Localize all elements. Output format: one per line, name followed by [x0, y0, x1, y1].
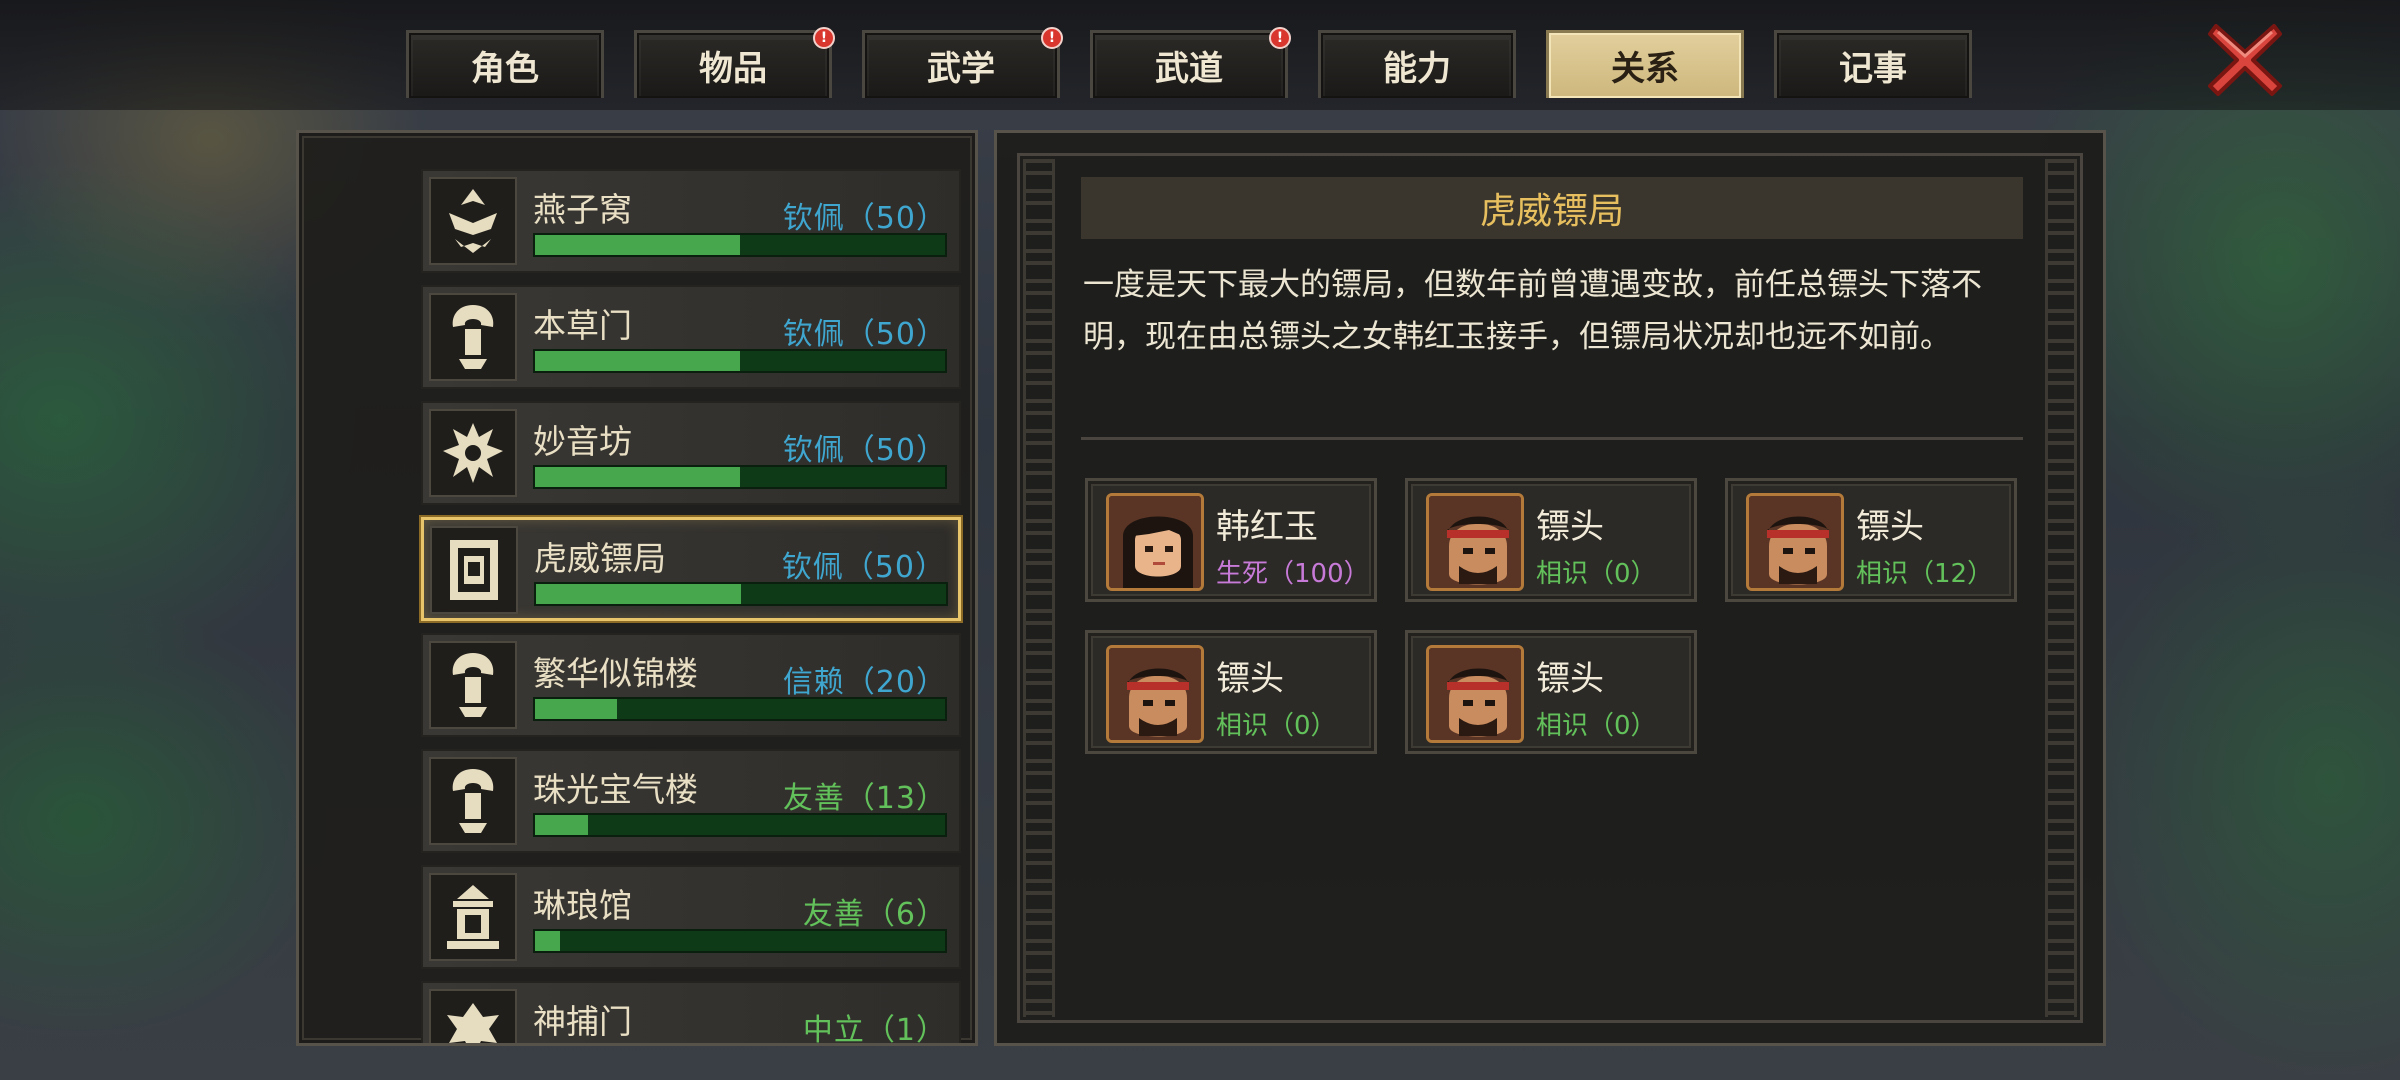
faction-row[interactable]: 繁华似锦楼 信赖（20） — [421, 633, 961, 737]
tab-label: 物品 — [699, 49, 767, 89]
notification-badge: ! — [1269, 27, 1291, 49]
tab-journal[interactable]: 记事 — [1774, 30, 1972, 98]
tab-label: 记事 — [1839, 49, 1907, 89]
reputation-bar-fill — [535, 931, 560, 951]
male-headband-portrait-icon — [1426, 493, 1524, 591]
reputation-bar-fill — [535, 467, 740, 487]
reputation-bar-fill — [535, 815, 589, 835]
reputation-bar — [533, 349, 947, 373]
faction-status: 钦佩（50） — [782, 433, 947, 468]
faction-name: 繁华似锦楼 — [533, 654, 698, 693]
faction-row-selected[interactable]: 虎威镖局 钦佩（50） — [421, 517, 961, 621]
reputation-bar-fill — [535, 699, 617, 719]
tab-martial-way[interactable]: 武道! — [1090, 27, 1291, 98]
member-name: 镖头 — [1536, 659, 1604, 699]
member-name: 镖头 — [1856, 507, 1924, 547]
reputation-bar-fill — [536, 584, 741, 604]
faction-name: 珠光宝气楼 — [533, 770, 698, 809]
reputation-bar — [533, 697, 947, 721]
faction-row[interactable]: 珠光宝气楼 友善（13） — [421, 749, 961, 853]
faction-row[interactable]: 燕子窝 钦佩（50） — [421, 169, 961, 273]
member-name: 镖头 — [1536, 507, 1604, 547]
member-card[interactable]: 韩红玉 生死（100） — [1085, 478, 1377, 602]
member-relation: 相识（0） — [1216, 711, 1337, 741]
faction-status: 钦佩（50） — [782, 317, 947, 352]
faction-detail-title: 虎威镖局 — [1081, 177, 2023, 239]
treasure-crest-icon — [429, 757, 517, 845]
member-relation: 相识（0） — [1536, 559, 1657, 589]
faction-detail-panel: 虎威镖局 一度是天下最大的镖局，但数年前曾遭遇变故，前任总镖头下落不明，现在由总… — [994, 130, 2106, 1046]
faction-name: 妙音坊 — [533, 422, 632, 461]
faction-status: 钦佩（50） — [782, 201, 947, 236]
member-relation: 相识（12） — [1856, 559, 1994, 589]
faction-row[interactable]: 本草门 钦佩（50） — [421, 285, 961, 389]
faction-name: 虎威镖局 — [534, 539, 666, 578]
faction-name: 神捕门 — [533, 1002, 632, 1041]
member-relation: 相识（0） — [1536, 711, 1657, 741]
tab-label: 能力 — [1383, 49, 1451, 89]
reputation-bar-fill — [535, 351, 740, 371]
member-name: 韩红玉 — [1216, 507, 1318, 547]
tab-label: 武道 — [1155, 49, 1223, 89]
tab-items[interactable]: 物品! — [634, 27, 835, 98]
music-crest-icon — [429, 409, 517, 497]
close-icon[interactable] — [2206, 20, 2284, 98]
member-card[interactable]: 镖头 相识（0） — [1405, 478, 1697, 602]
faction-list[interactable]: 燕子窝 钦佩（50） 本草门 钦佩（50） 妙音坊 钦佩（50） 虎威镖局 钦佩… — [421, 169, 961, 1046]
reputation-bar — [533, 929, 947, 953]
right-fret-pattern — [2045, 159, 2077, 1017]
reputation-bar — [533, 1045, 947, 1046]
faction-row[interactable]: 琳琅馆 友善（6） — [421, 865, 961, 969]
female-portrait-icon — [1106, 493, 1204, 591]
tab-abilities[interactable]: 能力 — [1318, 30, 1516, 98]
notification-badge: ! — [1041, 27, 1063, 49]
reputation-bar — [533, 813, 947, 837]
faction-status: 友善（13） — [782, 781, 947, 816]
tab-character[interactable]: 角色 — [406, 30, 604, 98]
faction-description: 一度是天下最大的镖局，但数年前曾遭遇变故，前任总镖头下落不明，现在由总镖头之女韩… — [1083, 267, 1982, 355]
faction-status: 中立（1） — [802, 1013, 947, 1046]
tab-relations[interactable]: 关系 — [1546, 30, 1744, 98]
tab-label: 关系 — [1611, 49, 1679, 89]
constable-crest-icon — [429, 989, 517, 1043]
member-card[interactable]: 镖头 相识（12） — [1725, 478, 2017, 602]
member-name: 镖头 — [1216, 659, 1284, 699]
member-card[interactable]: 镖头 相识（0） — [1085, 630, 1377, 754]
faction-name: 燕子窝 — [533, 190, 632, 229]
swallow-crest-icon — [429, 177, 517, 265]
faction-row[interactable]: 神捕门 中立（1） — [421, 981, 961, 1046]
faction-list-panel: 燕子窝 钦佩（50） 本草门 钦佩（50） 妙音坊 钦佩（50） 虎威镖局 钦佩… — [296, 130, 978, 1046]
pavilion-crest-icon — [429, 873, 517, 961]
reputation-bar — [534, 582, 948, 606]
herb-crest-icon — [429, 293, 517, 381]
reputation-bar — [533, 233, 947, 257]
faction-name: 琳琅馆 — [533, 886, 632, 925]
male-headband-portrait-icon — [1426, 645, 1524, 743]
tab-label: 武学 — [927, 49, 995, 89]
member-card[interactable]: 镖头 相识（0） — [1405, 630, 1697, 754]
faction-status: 友善（6） — [802, 897, 947, 932]
section-divider — [1081, 437, 2023, 440]
reputation-bar-fill — [535, 235, 740, 255]
member-relation: 生死（100） — [1216, 559, 1370, 589]
male-headband-portrait-icon — [1746, 493, 1844, 591]
faction-status: 钦佩（50） — [781, 550, 946, 585]
left-fret-pattern — [1023, 159, 1055, 1017]
faction-name: 本草门 — [533, 306, 632, 345]
tab-label: 角色 — [471, 49, 539, 89]
main-tab-bar: 角色 物品! 武学! 武道! 能力 关系 记事 — [406, 27, 1972, 98]
tower-crest-icon — [429, 641, 517, 729]
notification-badge: ! — [813, 27, 835, 49]
tab-martial-arts[interactable]: 武学! — [862, 27, 1063, 98]
male-headband-portrait-icon — [1106, 645, 1204, 743]
escort-crest-icon — [430, 526, 518, 614]
faction-status: 信赖（20） — [782, 665, 947, 700]
reputation-bar — [533, 465, 947, 489]
faction-row[interactable]: 妙音坊 钦佩（50） — [421, 401, 961, 505]
